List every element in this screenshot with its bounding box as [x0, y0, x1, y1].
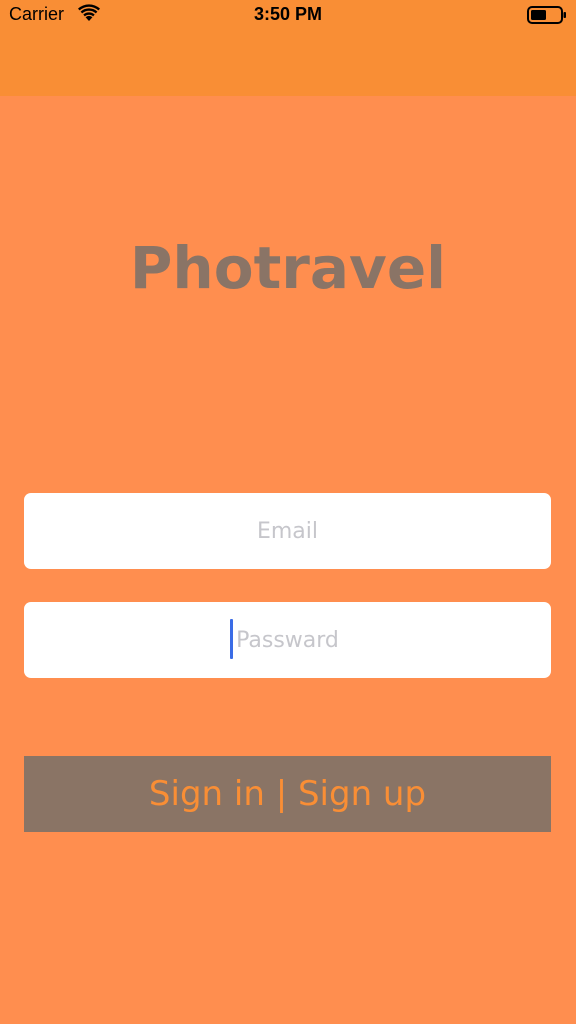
battery-icon	[527, 6, 566, 24]
status-time: 3:50 PM	[253, 4, 323, 24]
text-caret	[230, 619, 233, 659]
sign-in-sign-up-button[interactable]: Sign in | Sign up	[24, 756, 551, 832]
email-input[interactable]	[24, 493, 551, 569]
password-field-container[interactable]	[24, 602, 551, 678]
email-field-container[interactable]	[24, 493, 551, 569]
password-input[interactable]	[24, 602, 551, 678]
app-title: Photravel	[129, 234, 447, 302]
status-bar: Carrier 3:50 PM	[0, 0, 576, 30]
